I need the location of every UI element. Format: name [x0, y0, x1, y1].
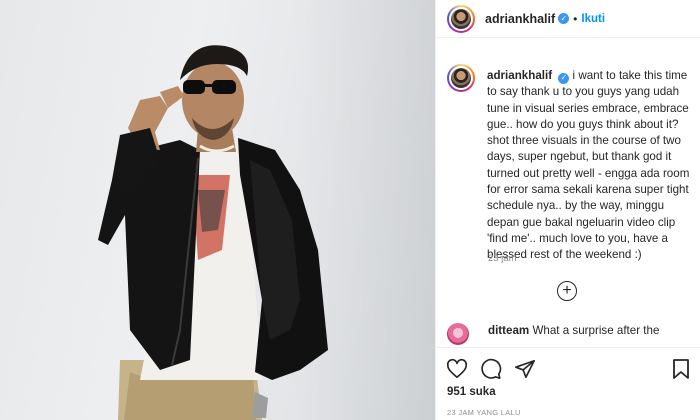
like-count[interactable]: 951 suka — [447, 386, 496, 398]
author-avatar[interactable] — [447, 4, 475, 33]
comment-icon[interactable] — [480, 358, 502, 380]
follow-button[interactable]: Ikuti — [581, 13, 605, 25]
caption-body: adriankhalif ✓ i want to take this time … — [487, 68, 693, 264]
caption-avatar[interactable] — [447, 64, 475, 92]
plus-circle-icon[interactable]: + — [557, 281, 577, 301]
avatar-image — [451, 68, 471, 88]
header-separator: • — [573, 11, 578, 26]
post-header: adriankhalif ✓ • Ikuti — [436, 0, 700, 38]
post-photo[interactable] — [0, 0, 435, 420]
comment-body: ditteam What a surprise after the — [488, 323, 659, 345]
caption-timestamp[interactable]: 23 jam — [488, 253, 517, 264]
comment-text: What a surprise after the — [532, 324, 660, 337]
bookmark-icon — [673, 359, 689, 379]
heart-icon[interactable] — [446, 358, 468, 380]
post-actions: 951 suka 23 JAM YANG LALU — [436, 347, 700, 420]
verified-badge-icon: ✓ — [558, 13, 570, 24]
post-age: 23 JAM YANG LALU — [447, 408, 521, 417]
comment-item: ditteam What a surprise after the — [447, 323, 697, 345]
share-icon[interactable] — [514, 358, 536, 380]
load-more-symbol: + — [562, 282, 572, 299]
person-figure — [98, 45, 328, 420]
action-icons — [446, 358, 536, 380]
commenter-avatar[interactable] — [447, 323, 469, 345]
author-username[interactable]: adriankhalif — [485, 12, 555, 26]
avatar-image — [451, 8, 471, 29]
post-caption: adriankhalif ✓ i want to take this time … — [447, 64, 697, 264]
verified-badge-icon: ✓ — [558, 72, 570, 84]
bookmark-button[interactable] — [671, 358, 691, 380]
caption-username[interactable]: adriankhalif — [487, 69, 552, 82]
caption-text: i want to take this time to say thank u … — [487, 69, 690, 262]
post-sidebar: adriankhalif ✓ • Ikuti adriankhalif ✓ i … — [435, 0, 700, 420]
comment-username[interactable]: ditteam — [488, 324, 529, 337]
